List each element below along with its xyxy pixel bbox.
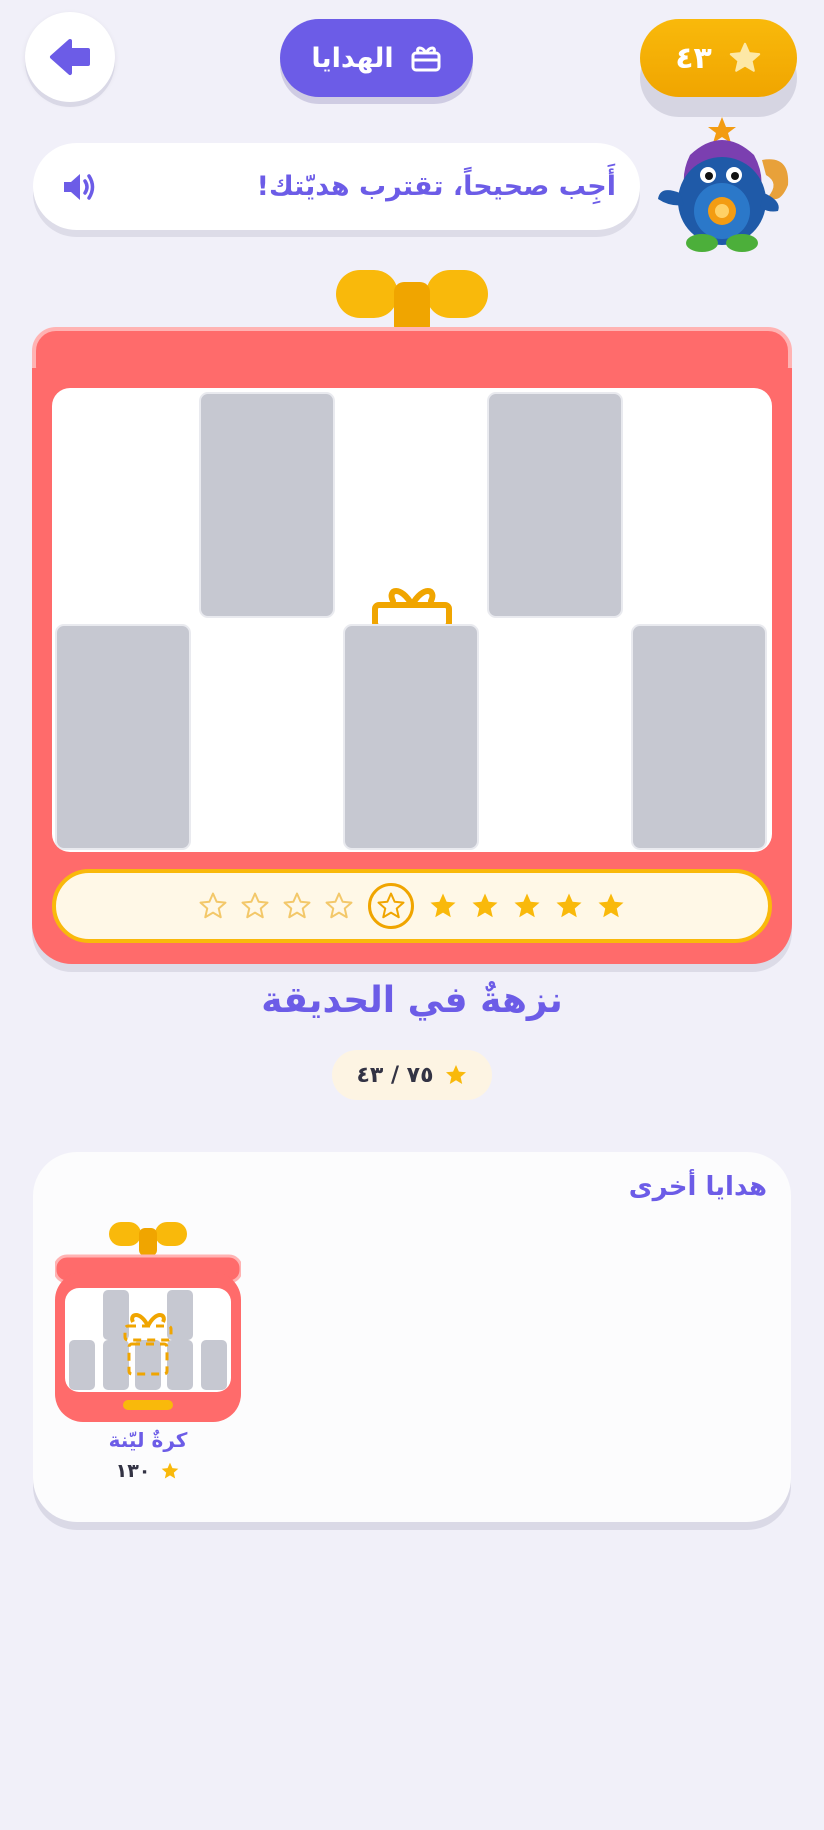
stars-progress-bar	[52, 869, 772, 943]
gift-puzzle-grid	[52, 388, 772, 852]
other-gift-name: كرةٌ ليّنة	[108, 1428, 188, 1452]
star-score-badge: ٤٣	[640, 19, 797, 97]
gift-icon	[411, 46, 441, 72]
back-button[interactable]	[25, 12, 115, 102]
puzzle-tile[interactable]	[487, 392, 623, 618]
star-icon	[445, 1065, 466, 1084]
star-filled-icon	[514, 893, 540, 918]
speech-bubble: أَجِب صحيحاً، تقترب هديّتك!	[33, 143, 640, 230]
other-gifts-title: هدايا أخرى	[628, 1172, 767, 1202]
star-current-marker	[368, 883, 414, 929]
star-filled-icon	[430, 893, 456, 918]
gift-progress-badge: ٧٥ / ٤٣	[332, 1050, 492, 1100]
gift-title: نزهةٌ في الحديقة	[261, 980, 563, 1021]
other-gift-cost: ١٣٠	[55, 1460, 241, 1482]
speech-text: أَجِب صحيحاً، تقترب هديّتك!	[256, 171, 616, 202]
star-empty-icon	[377, 892, 405, 919]
star-empty-icon	[199, 892, 227, 919]
puzzle-tile[interactable]	[343, 624, 479, 850]
puzzle-tile[interactable]	[199, 392, 335, 618]
star-icon	[162, 1462, 179, 1479]
speaker-icon[interactable]	[61, 170, 99, 204]
gifts-tab-button[interactable]: الهدايا	[280, 19, 473, 97]
puzzle-tile[interactable]	[55, 624, 191, 850]
star-icon	[729, 42, 761, 72]
arrow-left-icon	[50, 39, 90, 75]
star-filled-icon	[472, 893, 498, 918]
score-value: ٤٣	[675, 40, 712, 76]
other-gift-cost-value: ١٣٠	[115, 1460, 151, 1482]
gift-thumbnail[interactable]	[55, 1222, 241, 1428]
other-gifts-card: هدايا أخرى كرةٌ ليّنة ١٣٠	[33, 1152, 791, 1522]
gifts-label: الهدايا	[311, 42, 394, 74]
gift-progress-text: ٧٥ / ٤٣	[356, 1062, 434, 1088]
mascot-monster-icon	[658, 117, 789, 252]
star-empty-icon	[283, 892, 311, 919]
star-filled-icon	[598, 893, 624, 918]
star-empty-icon	[241, 892, 269, 919]
star-filled-icon	[556, 893, 582, 918]
puzzle-tile[interactable]	[631, 624, 767, 850]
star-empty-icon	[325, 892, 353, 919]
